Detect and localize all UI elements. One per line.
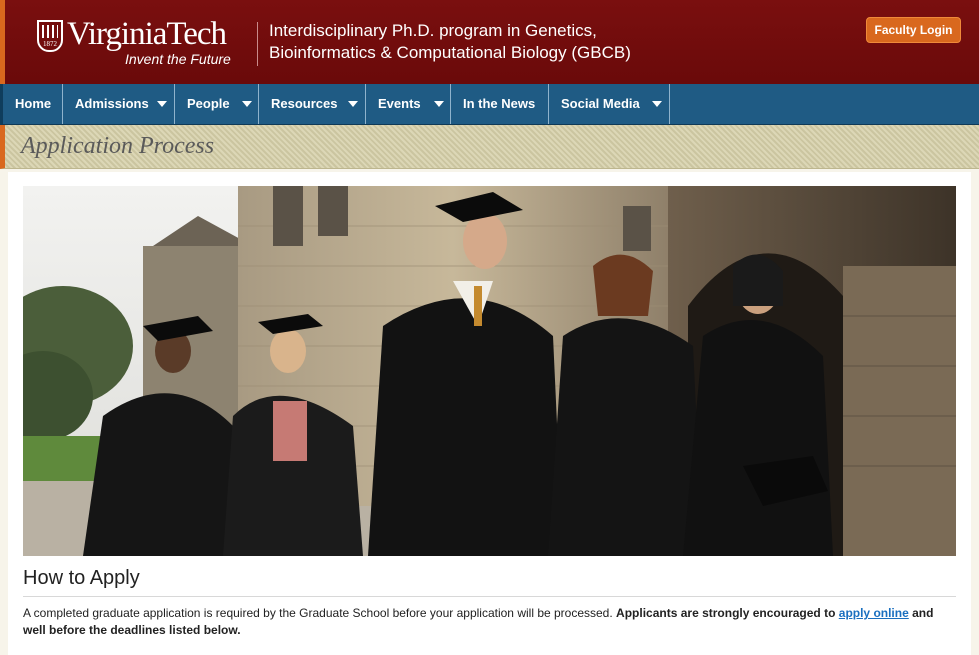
- graduates-photo: [23, 186, 956, 556]
- nav-item-social-media[interactable]: Social Media: [549, 84, 670, 124]
- paragraph-text: A completed graduate application is requ…: [23, 606, 613, 620]
- chevron-down-icon[interactable]: [242, 101, 252, 107]
- nav-item-label: Home: [15, 96, 52, 111]
- main-nav: Home Admissions People Resources Events …: [0, 84, 979, 125]
- paragraph-bold-text: Applicants are strongly encouraged to: [616, 606, 836, 620]
- nav-item-in-the-news[interactable]: In the News: [451, 84, 549, 124]
- nav-item-label: People: [187, 96, 230, 111]
- nav-item-resources[interactable]: Resources: [259, 84, 366, 124]
- site-header: 1872 VirginiaTech Invent the Future Inte…: [0, 0, 979, 84]
- header-divider: [257, 22, 258, 66]
- shield-icon: 1872: [37, 20, 63, 52]
- nav-item-label: Social Media: [561, 96, 640, 111]
- how-to-apply-heading: How to Apply: [23, 567, 140, 589]
- nav-item-label: In the News: [463, 96, 536, 111]
- nav-item-people[interactable]: People: [175, 84, 259, 124]
- chevron-down-icon[interactable]: [348, 101, 358, 107]
- program-title-line1: Interdisciplinary Ph.D. program in Genet…: [269, 21, 597, 40]
- apply-online-link[interactable]: apply online: [839, 606, 909, 620]
- nav-item-admissions[interactable]: Admissions: [63, 84, 175, 124]
- nav-item-home[interactable]: Home: [3, 84, 63, 124]
- logo-wordmark: VirginiaTech: [67, 16, 227, 52]
- chevron-down-icon[interactable]: [652, 101, 662, 107]
- virginia-tech-logo[interactable]: 1872 VirginiaTech Invent the Future: [33, 16, 253, 70]
- heading-divider: [23, 596, 956, 597]
- program-title[interactable]: Interdisciplinary Ph.D. program in Genet…: [269, 20, 631, 64]
- page-title: Application Process: [21, 133, 215, 159]
- program-title-line2: Bioinformatics & Computational Biology (…: [269, 43, 631, 62]
- section-title-bar: Application Process: [0, 125, 979, 169]
- nav-item-label: Admissions: [75, 96, 149, 111]
- logo-year: 1872: [43, 40, 57, 48]
- nav-item-events[interactable]: Events: [366, 84, 451, 124]
- logo-tagline: Invent the Future: [125, 51, 231, 67]
- application-paragraph: A completed graduate application is requ…: [23, 605, 953, 639]
- nav-item-label: Resources: [271, 96, 338, 111]
- faculty-login-button[interactable]: Faculty Login: [866, 17, 961, 43]
- chevron-down-icon[interactable]: [434, 101, 444, 107]
- chevron-down-icon[interactable]: [157, 101, 167, 107]
- nav-item-label: Events: [378, 96, 421, 111]
